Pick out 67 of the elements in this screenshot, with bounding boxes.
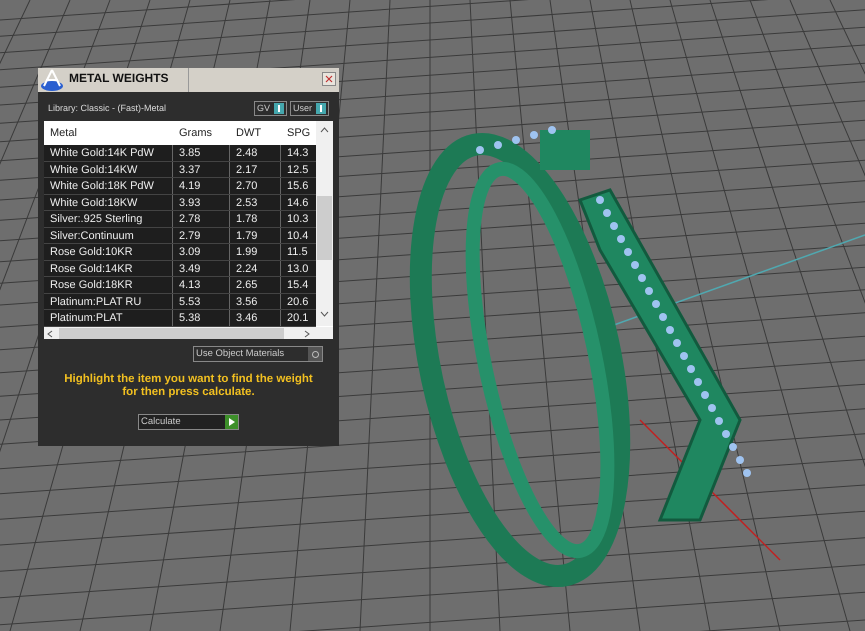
table-cell: 2.78 (173, 211, 230, 226)
calculate-button[interactable]: Calculate (138, 414, 239, 430)
library-label: Library: Classic - (Fast)-Metal (48, 102, 166, 115)
table-cell: 1.78 (230, 211, 281, 226)
table-cell: 2.53 (230, 194, 281, 210)
table-cell-text: 20.1 (286, 311, 310, 326)
table-cell: 4.19 (173, 178, 230, 194)
vertical-scrollbar[interactable] (316, 121, 333, 326)
table-cell: 5.53 (173, 294, 230, 309)
table-cell-text: 20.6 (286, 294, 310, 309)
use-object-materials-toggle[interactable]: Use Object Materials (193, 346, 323, 362)
table-cell-text: 14.3 (286, 146, 310, 160)
table-cell: 1.79 (230, 228, 281, 243)
table-cell: 3.85 (173, 145, 230, 160)
table-cell: White Gold:14KW (44, 162, 173, 177)
table-cell: White Gold:14K PdW (44, 145, 173, 160)
column-header[interactable]: Metal (44, 124, 173, 142)
logo-icon (39, 68, 65, 92)
scroll-thumb[interactable] (59, 328, 284, 338)
table-cell: Silver:Continuum (44, 228, 173, 243)
play-icon (225, 415, 238, 429)
table-cell: 2.70 (230, 178, 281, 194)
column-header[interactable]: Grams (173, 124, 230, 142)
table-cell: 2.79 (173, 228, 230, 243)
table-cell-text: 15.6 (286, 179, 310, 194)
table-cell: 3.09 (173, 244, 230, 260)
table-cell: 3.93 (173, 194, 230, 210)
table-cell: Platinum:PLAT RU (44, 294, 173, 309)
table-cell: 4.13 (173, 277, 230, 292)
column-header[interactable]: SPG (281, 124, 316, 142)
table-cell: White Gold:18K PdW (44, 178, 173, 194)
table-cell-text: 15.4 (286, 278, 310, 292)
table-cell-text: 10.4 (286, 228, 310, 243)
table-cell: 3.49 (173, 260, 230, 276)
scroll-down-icon (320, 311, 329, 317)
scroll-right-icon (304, 330, 310, 338)
table-cell: 5.38 (173, 310, 230, 326)
table-cell: 3.56 (230, 294, 281, 309)
table-cell-text: 14.6 (286, 196, 310, 210)
close-icon (325, 75, 333, 83)
instruction-text: Highlight the item you want to find the weight for then press calculate. (63, 373, 314, 399)
table-cell: 2.17 (230, 162, 281, 177)
window-title: METAL WEIGHTS (69, 68, 189, 92)
scroll-left-icon (47, 330, 53, 338)
table-cell: Silver:.925 Sterling (44, 211, 173, 226)
table-cell-text: 13.0 (286, 262, 310, 276)
table-cell-text: 11.5 (286, 245, 309, 260)
table-cell: White Gold:18KW (44, 194, 173, 210)
table-cell: 2.24 (230, 260, 281, 276)
table-cell: 2.48 (230, 145, 281, 160)
table-cell: Platinum:PLAT (44, 310, 173, 326)
scroll-thumb[interactable] (317, 196, 332, 260)
table-cell-text: 12.5 (286, 162, 310, 177)
table-cell-text: 10.3 (286, 212, 310, 226)
table-cell: 1.99 (230, 244, 281, 260)
table-cell: 3.37 (173, 162, 230, 177)
table-cell: 2.65 (230, 277, 281, 292)
table-cell: Rose Gold:18KR (44, 277, 173, 292)
table-cell: Rose Gold:14KR (44, 260, 173, 276)
table-cell: Rose Gold:10KR (44, 244, 173, 260)
toggle-button[interactable]: GV (254, 101, 287, 116)
close-button[interactable] (322, 72, 336, 86)
scroll-up-icon (320, 127, 329, 133)
horizontal-scrollbar[interactable] (44, 326, 333, 339)
table-cell: 3.46 (230, 310, 281, 326)
toggle-button[interactable]: User (290, 101, 329, 116)
column-header[interactable]: DWT (230, 124, 281, 142)
